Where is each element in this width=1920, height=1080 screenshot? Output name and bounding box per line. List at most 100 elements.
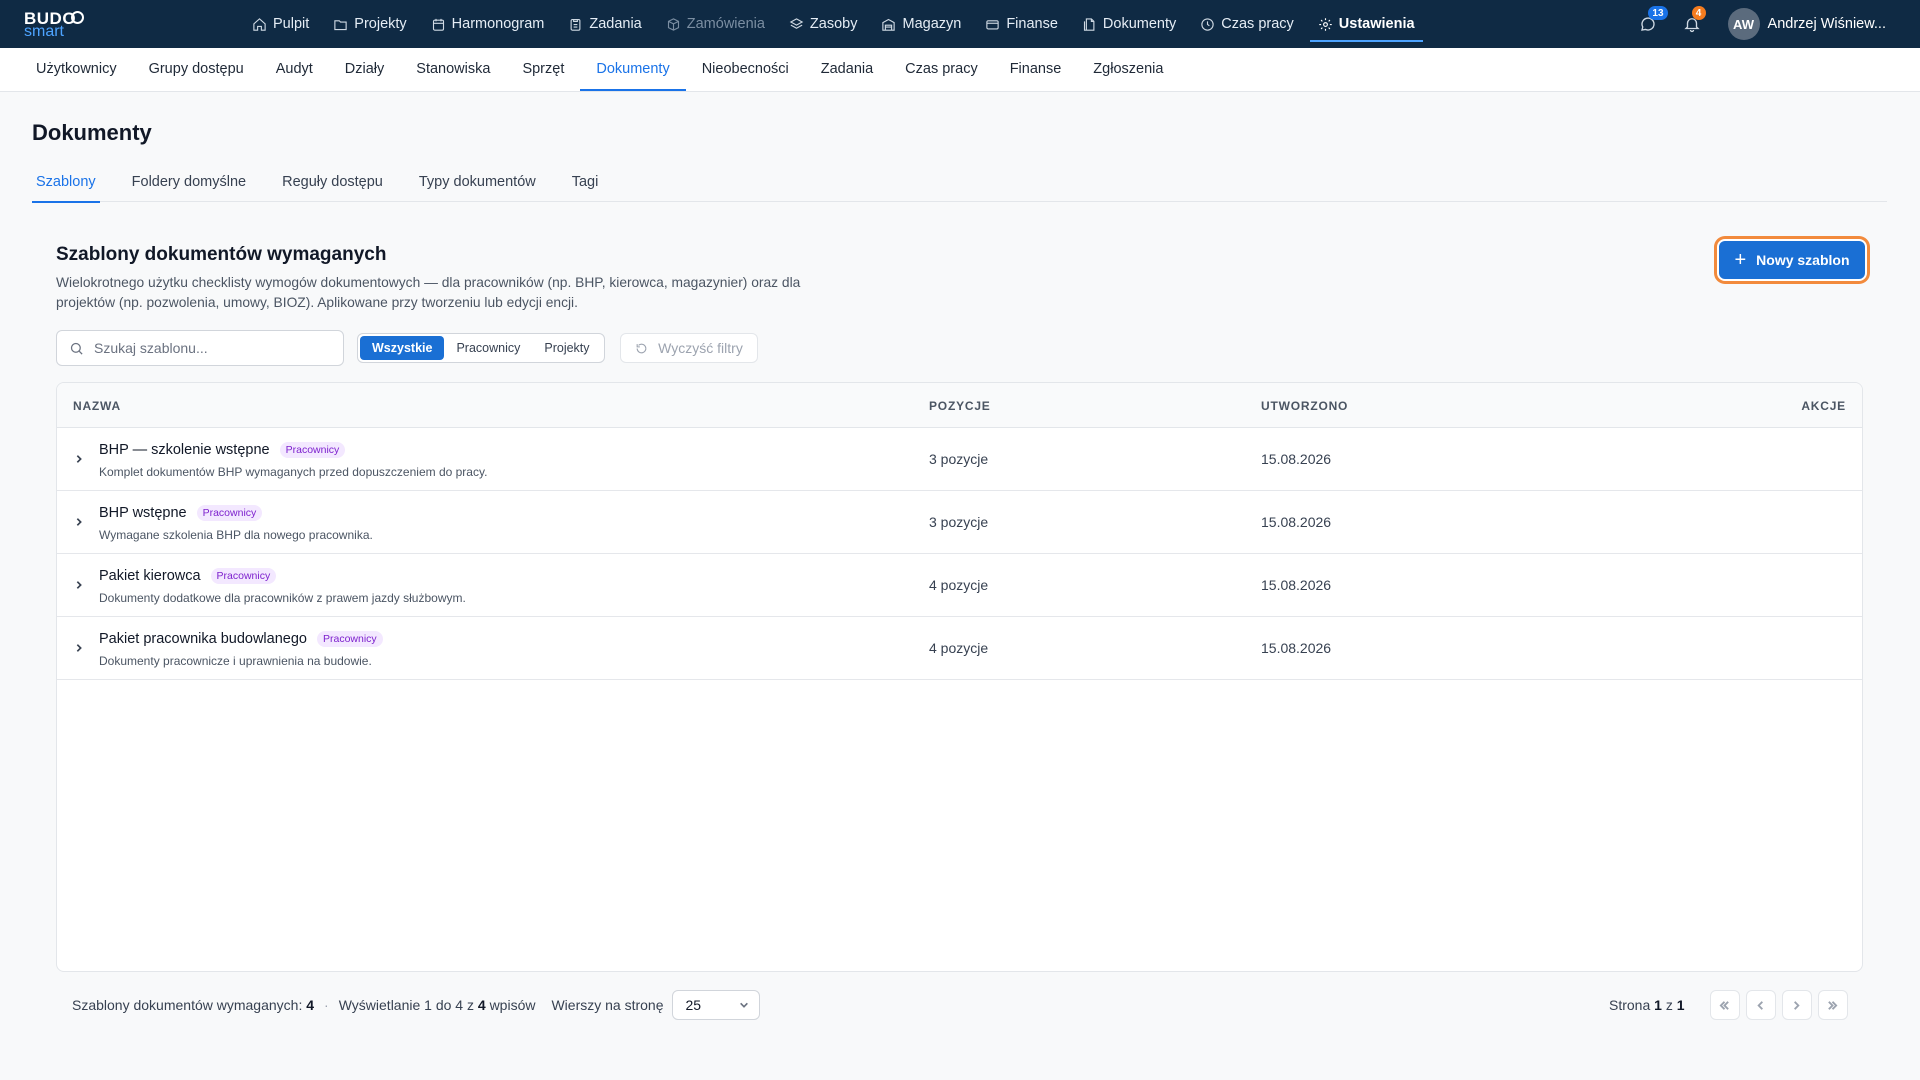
tab-szablony[interactable]: Szablony (32, 162, 100, 203)
nav-item-label: Czas pracy (1221, 16, 1294, 32)
row-name-cell: Pakiet kierowca Pracownicy (99, 568, 277, 584)
filter-projects[interactable]: Projekty (532, 336, 601, 360)
tab-reguly-dostepu[interactable]: Reguły dostępu (278, 162, 387, 202)
type-filter-segmented: Wszystkie Pracownicy Projekty (357, 333, 605, 363)
new-template-button[interactable]: + Nowy szablon (1719, 241, 1865, 279)
page-separator: z (1665, 997, 1673, 1013)
gear-icon (1319, 17, 1332, 31)
brand-mark-icon (71, 11, 84, 24)
nav-item-magazyn[interactable]: Magazyn (869, 0, 973, 48)
warehouse-icon (882, 18, 896, 31)
prev-page-button[interactable] (1745, 990, 1776, 1020)
subnav-item-finanse[interactable]: Finanse (994, 47, 1078, 91)
nav-item-zasoby[interactable]: Zasoby (777, 0, 870, 48)
chevron-down-icon (739, 1002, 748, 1008)
messages-count-badge: 13 (1648, 6, 1668, 20)
tab-tagi[interactable]: Tagi (568, 162, 603, 202)
table-row[interactable]: Pakiet pracownika budowlanego Pracownicy… (57, 617, 1862, 680)
subnav-item-czas-pracy[interactable]: Czas pracy (889, 47, 994, 91)
clear-filters-button[interactable]: Wyczyść filtry (620, 333, 758, 363)
filter-all[interactable]: Wszystkie (360, 336, 445, 360)
search-input[interactable] (94, 340, 334, 356)
avatar: AW (1727, 8, 1760, 40)
nav-item-label: Projekty (354, 16, 407, 32)
settings-subnav: Użytkownicy Grupy dostępu Audyt Działy S… (0, 48, 1920, 92)
column-header-created[interactable]: UTWORZONO (1261, 383, 1348, 428)
nav-item-zadania[interactable]: Zadania (556, 0, 653, 48)
search-field[interactable] (56, 330, 344, 366)
subnav-item-grupy-dostepu[interactable]: Grupy dostępu (133, 47, 260, 91)
subnav-item-audyt[interactable]: Audyt (260, 47, 329, 91)
tab-typy-dokumentow[interactable]: Typy dokumentów (415, 162, 540, 202)
template-name: Pakiet kierowca (99, 568, 201, 584)
table-row[interactable]: BHP wstępne Pracownicy Wymagane szkoleni… (57, 491, 1862, 554)
subnav-item-zadania[interactable]: Zadania (805, 47, 889, 91)
nav-item-pulpit[interactable]: Pulpit (240, 0, 321, 48)
template-description: Dokumenty pracownicze i uprawnienia na b… (99, 654, 372, 668)
layers-icon (789, 17, 804, 29)
subnav-item-uzytkownicy[interactable]: Użytkownicy (20, 47, 133, 91)
template-description: Wymagane szkolenia BHP dla nowego pracow… (99, 528, 373, 542)
brand-logo[interactable]: BUDO smart (24, 9, 84, 40)
expand-row-button[interactable] (73, 511, 85, 533)
nav-item-harmonogram[interactable]: Harmonogram (419, 0, 557, 48)
tab-foldery-domyslne[interactable]: Foldery domyślne (128, 162, 250, 202)
nav-item-projekty[interactable]: Projekty (321, 0, 418, 48)
expand-row-button[interactable] (73, 637, 85, 659)
nav-item-label: Zamówienia (686, 16, 765, 32)
column-header-actions: AKCJE (1801, 398, 1846, 413)
subnav-item-dzialy[interactable]: Działy (329, 47, 400, 91)
table-footer: Szablony dokumentów wymaganych: 4 · Wyśw… (72, 990, 760, 1020)
chevron-right-icon (1794, 1000, 1800, 1010)
first-page-button[interactable] (1709, 990, 1740, 1020)
subnav-item-sprzet[interactable]: Sprzęt (506, 47, 580, 91)
last-page-button[interactable] (1817, 990, 1848, 1020)
next-page-button[interactable] (1781, 990, 1812, 1020)
template-name: BHP wstępne (99, 505, 187, 521)
subnav-item-zgloszenia[interactable]: Zgłoszenia (1077, 47, 1179, 91)
row-name-cell: BHP wstępne Pracownicy (99, 505, 263, 521)
box-icon (667, 17, 679, 31)
nav-item-dokumenty[interactable]: Dokumenty (1070, 0, 1188, 48)
template-description: Komplet dokumentów BHP wymaganych przed … (99, 465, 488, 479)
new-template-label: Nowy szablon (1756, 252, 1850, 268)
template-created-date: 15.08.2026 (1261, 640, 1332, 656)
total-label: Szablony dokumentów wymaganych: (72, 997, 303, 1013)
user-menu[interactable]: AW Andrzej Wiśniew... (1727, 8, 1886, 40)
subnav-item-dokumenty[interactable]: Dokumenty (580, 47, 687, 91)
template-positions: 3 pozycje (929, 514, 989, 530)
table-row[interactable]: BHP — szkolenie wstępne Pracownicy Kompl… (57, 428, 1862, 491)
table-row[interactable]: Pakiet kierowca Pracownicy Dokumenty dod… (57, 554, 1862, 617)
clock-icon (1201, 17, 1214, 31)
nav-item-label: Pulpit (273, 16, 310, 32)
subnav-item-nieobecnosci[interactable]: Nieobecności (686, 47, 805, 91)
template-created-date: 15.08.2026 (1261, 577, 1332, 593)
nav-item-zamowienia[interactable]: Zamówienia (654, 0, 777, 48)
messages-button[interactable]: 13 (1626, 0, 1670, 48)
template-positions: 4 pozycje (929, 640, 989, 656)
nav-item-finanse[interactable]: Finanse (973, 0, 1070, 48)
template-created-date: 15.08.2026 (1261, 514, 1332, 530)
pagination: Strona 1 z 1 (1609, 990, 1848, 1020)
showing-suffix: wpisów (489, 997, 536, 1013)
expand-row-button[interactable] (73, 574, 85, 596)
expand-row-button[interactable] (73, 448, 85, 470)
column-header-positions[interactable]: POZYCJE (929, 383, 991, 428)
column-header-name[interactable]: NAZWA (73, 383, 121, 428)
category-tag: Pracownicy (279, 442, 346, 458)
documents-icon (1083, 17, 1095, 31)
notifications-button[interactable]: 4 (1670, 0, 1714, 48)
nav-item-ustawienia[interactable]: Ustawienia (1306, 0, 1427, 48)
main-nav: Pulpit Projekty Harmonogram Zadania Zamó… (240, 0, 1427, 48)
page-label: Strona (1609, 997, 1651, 1013)
subnav-item-stanowiska[interactable]: Stanowiska (400, 47, 506, 91)
nav-item-label: Finanse (1006, 16, 1058, 32)
clipboard-icon (570, 18, 581, 31)
category-tag: Pracownicy (210, 568, 277, 584)
rows-per-page-select[interactable]: 25 (671, 990, 760, 1020)
rows-per-page-value: 25 (685, 997, 702, 1013)
filter-employees[interactable]: Pracownicy (444, 336, 532, 360)
search-icon (70, 342, 83, 355)
nav-item-czas-pracy[interactable]: Czas pracy (1188, 0, 1306, 48)
pagination-buttons (1709, 990, 1848, 1020)
